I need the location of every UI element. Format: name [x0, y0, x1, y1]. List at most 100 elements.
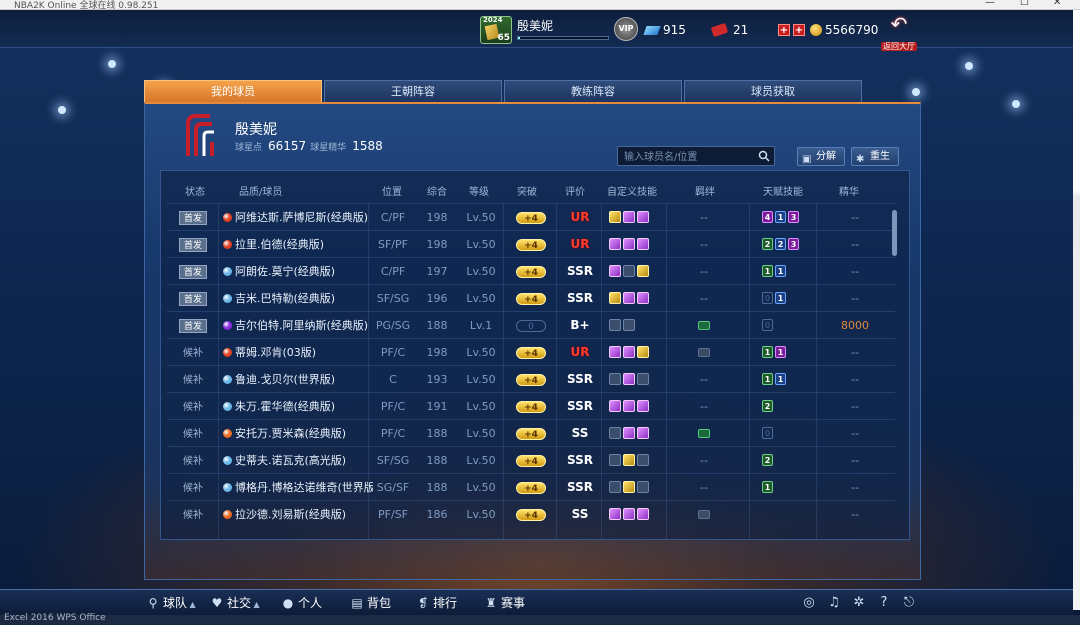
music-icon[interactable]: ♫ [826, 595, 842, 610]
skill-icon[interactable] [623, 481, 635, 493]
nav-match-button[interactable]: ♜ 赛事 [484, 594, 525, 611]
skill-icon[interactable] [623, 238, 635, 250]
skill-icon[interactable] [609, 346, 621, 358]
skill-icon[interactable] [623, 427, 635, 439]
player-avatar[interactable]: 2024 65 [480, 16, 512, 44]
skill-icon[interactable] [609, 400, 621, 412]
player-cell[interactable]: 吉尔伯特.阿里纳斯(经典版) [223, 312, 373, 339]
player-cell[interactable]: 鲁迪.戈贝尔(世界版) [223, 366, 373, 393]
bond-icon[interactable] [698, 429, 710, 438]
talent-badge[interactable]: 2 [775, 238, 786, 250]
exit-icon[interactable]: ⎋ [901, 595, 917, 610]
talent-badge[interactable]: 1 [775, 346, 786, 358]
skill-icon[interactable] [623, 211, 635, 223]
skill-icon[interactable] [609, 292, 621, 304]
empty-skill-slot-icon[interactable] [623, 265, 635, 277]
skill-icon[interactable] [637, 346, 649, 358]
talent-badge[interactable]: 1 [775, 211, 786, 223]
close-icon[interactable]: ✕ [1053, 0, 1061, 8]
skill-icon[interactable] [637, 211, 649, 223]
bond-icon[interactable] [698, 510, 710, 519]
vip-badge-icon[interactable]: VIP [614, 17, 638, 41]
table-row[interactable]: 首发 吉尔伯特.阿里纳斯(经典版) PG/SG 188 Lv.1 0 B+ 0 8000 [167, 311, 895, 338]
table-row[interactable]: 候补 博格丹.博格达诺维奇(世界版) SG/SF 188 Lv.50 +4 SSR -- 1 -- [167, 473, 895, 500]
talent-badge[interactable]: 0 [762, 427, 773, 439]
empty-skill-slot-icon[interactable] [609, 454, 621, 466]
nav-bag-button[interactable]: ▤ 背包 [350, 594, 391, 611]
table-row[interactable]: 首发 吉米.巴特勒(经典版) SF/SG 196 Lv.50 +4 SSR -- 0 1 -- [167, 284, 895, 311]
skill-icon[interactable] [637, 400, 649, 412]
tab-coach-lineup[interactable]: 教练阵容 [504, 80, 682, 102]
table-row[interactable]: 首发 阿朗佐.莫宁(经典版) C/PF 197 Lv.50 +4 SSR -- 1 1 -- [167, 257, 895, 284]
table-row[interactable]: 候补 朱万.霍华德(经典版) PF/C 191 Lv.50 +4 SSR -- 2 -- [167, 392, 895, 419]
table-row[interactable]: 首发 阿维达斯.萨博尼斯(经典版) C/PF 198 Lv.50 +4 UR -- 4 1 3 -- [167, 203, 895, 230]
skill-icon[interactable] [637, 238, 649, 250]
settings-gear-icon[interactable]: ✲ [851, 595, 867, 610]
skill-icon[interactable] [609, 265, 621, 277]
talent-badge[interactable]: 1 [762, 265, 773, 277]
empty-skill-slot-icon[interactable] [623, 319, 635, 331]
talent-badge[interactable]: 2 [762, 454, 773, 466]
lock-icon[interactable] [609, 319, 621, 331]
player-cell[interactable]: 阿朗佐.莫宁(经典版) [223, 258, 373, 285]
player-cell[interactable]: 安托万.贾米森(经典版) [223, 420, 373, 447]
skill-icon[interactable] [609, 211, 621, 223]
nav-social-button[interactable]: ♥ 社交 ▲ [210, 594, 260, 611]
empty-skill-slot-icon[interactable] [637, 454, 649, 466]
bond-icon[interactable] [698, 348, 710, 357]
skill-icon[interactable] [637, 265, 649, 277]
talent-badge[interactable]: 2 [762, 238, 773, 250]
talent-badge[interactable]: 3 [788, 238, 799, 250]
player-cell[interactable]: 阿维达斯.萨博尼斯(经典版) [223, 204, 373, 231]
talent-badge[interactable]: 1 [762, 481, 773, 493]
empty-skill-slot-icon[interactable] [609, 373, 621, 385]
empty-skill-slot-icon[interactable] [637, 481, 649, 493]
talent-badge[interactable]: 1 [775, 292, 786, 304]
talent-badge[interactable]: 2 [762, 400, 773, 412]
table-scrollbar[interactable] [892, 210, 897, 256]
table-row[interactable]: 候补 拉沙德.刘易斯(经典版) PF/SF 186 Lv.50 +4 SS -- [167, 500, 895, 527]
tab-my-players[interactable]: 我的球员 [144, 80, 322, 102]
decompose-button[interactable]: ▣ 分解 [797, 147, 845, 166]
rebirth-button[interactable]: ✱ 重生 [851, 147, 899, 166]
player-cell[interactable]: 史蒂夫.诺瓦克(高光版) [223, 447, 373, 474]
skill-icon[interactable] [637, 427, 649, 439]
minimize-icon[interactable]: — [985, 0, 995, 8]
table-row[interactable]: 首发 拉里.伯德(经典版) SF/PF 198 Lv.50 +4 UR -- 2 2 3 -- [167, 230, 895, 257]
player-cell[interactable]: 博格丹.博格达诺维奇(世界版) [223, 474, 373, 501]
skill-icon[interactable] [637, 508, 649, 520]
skill-icon[interactable] [623, 508, 635, 520]
nav-team-button[interactable]: ⚲ 球队 ▲ [146, 594, 196, 611]
empty-skill-slot-icon[interactable] [637, 373, 649, 385]
table-row[interactable]: 候补 安托万.贾米森(经典版) PF/C 188 Lv.50 +4 SS 0 -- [167, 419, 895, 446]
skill-icon[interactable] [623, 346, 635, 358]
return-lobby-button[interactable]: ↶ 返回大厅 [880, 14, 918, 51]
table-row[interactable]: 候补 史蒂夫.诺瓦克(高光版) SF/SG 188 Lv.50 +4 SSR -- 2 -- [167, 446, 895, 473]
nav-rank-button[interactable]: ❡ 排行 [416, 594, 457, 611]
tab-dynasty-lineup[interactable]: 王朝阵容 [324, 80, 502, 102]
search-input[interactable] [624, 149, 754, 165]
talent-badge[interactable]: 0 [762, 319, 773, 331]
talent-badge[interactable]: 1 [775, 373, 786, 385]
skill-icon[interactable] [623, 292, 635, 304]
skill-icon[interactable] [609, 238, 621, 250]
talent-badge[interactable]: 1 [762, 346, 773, 358]
talent-badge[interactable]: 1 [775, 265, 786, 277]
empty-skill-slot-icon[interactable] [609, 427, 621, 439]
talent-badge[interactable]: 0 [762, 292, 773, 304]
table-row[interactable]: 候补 蒂姆.邓肯(03版) PF/C 198 Lv.50 +4 UR 1 1 -- [167, 338, 895, 365]
skill-icon[interactable] [623, 373, 635, 385]
add-coin-button[interactable]: + [793, 24, 805, 36]
bond-icon[interactable] [698, 321, 710, 330]
player-cell[interactable]: 拉里.伯德(经典版) [223, 231, 373, 258]
talent-badge[interactable]: 3 [788, 211, 799, 223]
tab-player-acquire[interactable]: 球员获取 [684, 80, 862, 102]
table-row[interactable]: 候补 鲁迪.戈贝尔(世界版) C 193 Lv.50 +4 SSR -- 1 1 -- [167, 365, 895, 392]
skill-icon[interactable] [623, 454, 635, 466]
skill-icon[interactable] [623, 400, 635, 412]
skill-icon[interactable] [609, 508, 621, 520]
talent-badge[interactable]: 1 [762, 373, 773, 385]
maximize-icon[interactable]: ☐ [1020, 0, 1029, 8]
player-cell[interactable]: 蒂姆.邓肯(03版) [223, 339, 373, 366]
empty-skill-slot-icon[interactable] [609, 481, 621, 493]
